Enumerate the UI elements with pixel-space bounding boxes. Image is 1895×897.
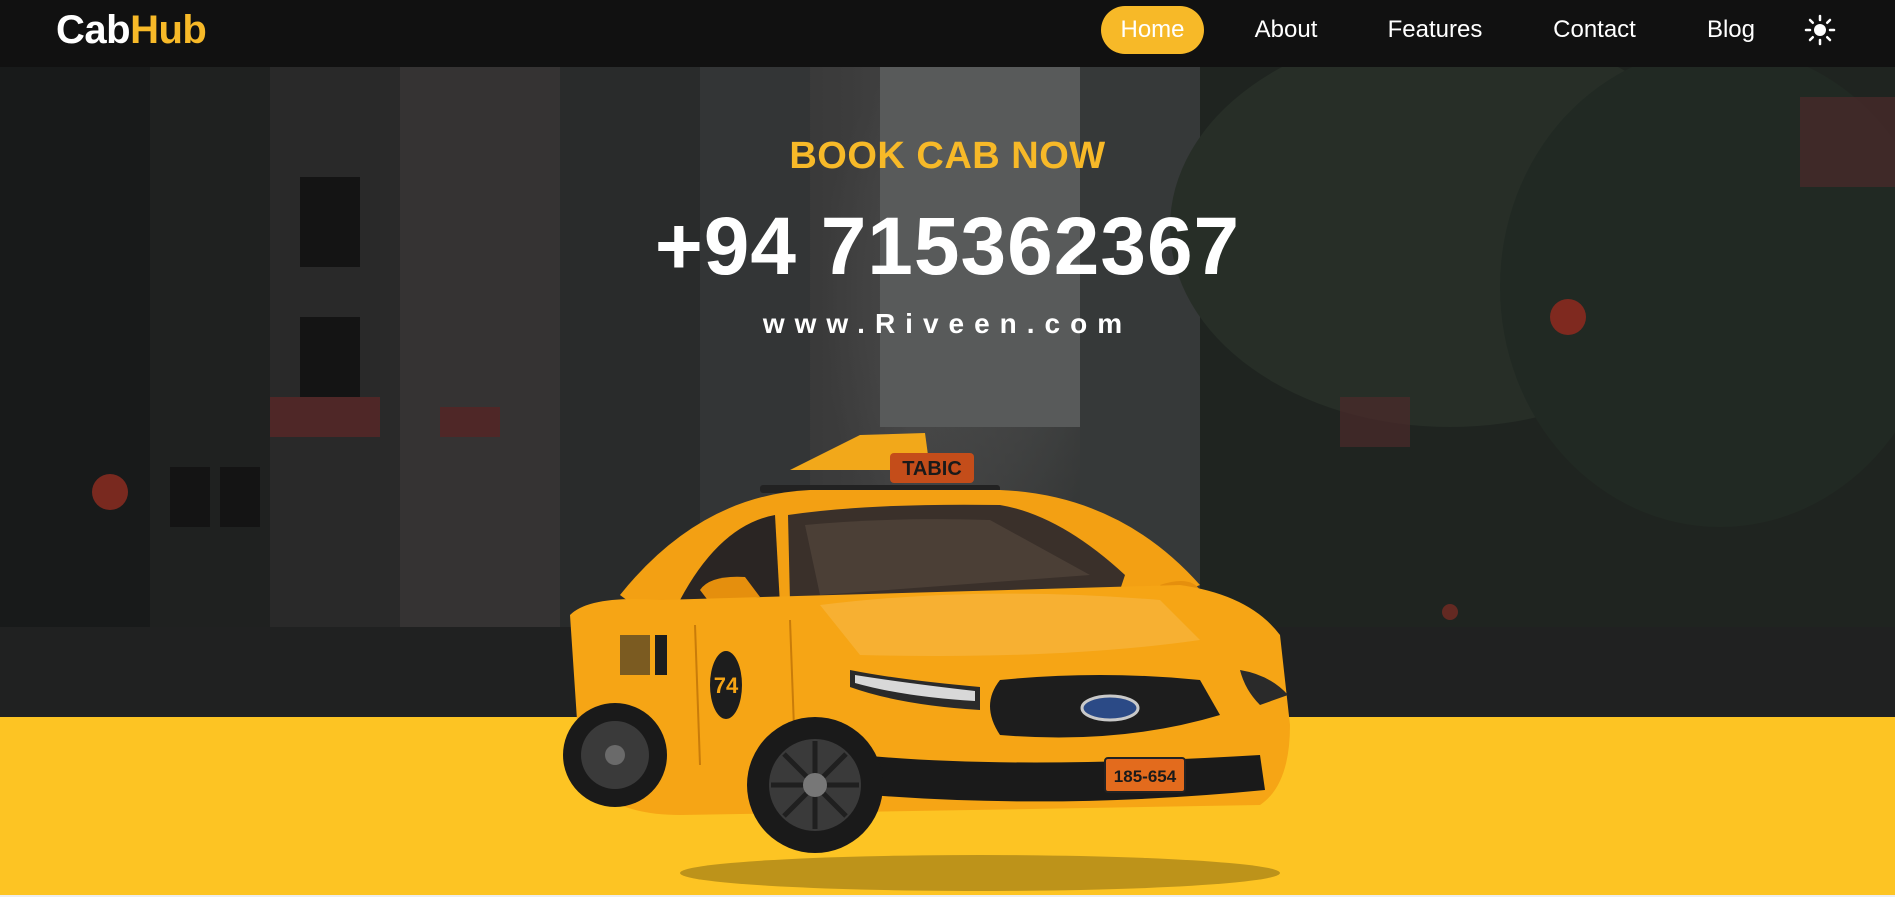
- book-cab-heading: BOOK CAB NOW: [789, 135, 1106, 177]
- theme-toggle-button[interactable]: [1804, 14, 1836, 46]
- taxi-sign-text: TABIC: [902, 458, 962, 480]
- nav-features[interactable]: Features: [1374, 6, 1496, 54]
- taxi-car-image: TABIC 185-654 74: [563, 433, 1290, 891]
- logo-hub-text: Hub: [130, 8, 207, 52]
- taxi-door-number: 74: [714, 673, 739, 698]
- website-link[interactable]: www.Riveen.com: [0, 308, 1895, 340]
- nav-home[interactable]: Home: [1101, 6, 1204, 54]
- nav-about[interactable]: About: [1236, 6, 1336, 54]
- nav-blog[interactable]: Blog: [1696, 6, 1766, 54]
- nav-contact[interactable]: Contact: [1542, 6, 1647, 54]
- phone-number[interactable]: +94 715362367: [0, 200, 1895, 294]
- logo-cab-text: Cab: [56, 8, 131, 52]
- navbar: CabHub Home About Features Contact Blog: [0, 0, 1895, 67]
- sun-icon: [1804, 14, 1836, 46]
- license-plate-text: 185-654: [1114, 767, 1177, 786]
- logo[interactable]: CabHub: [56, 8, 207, 52]
